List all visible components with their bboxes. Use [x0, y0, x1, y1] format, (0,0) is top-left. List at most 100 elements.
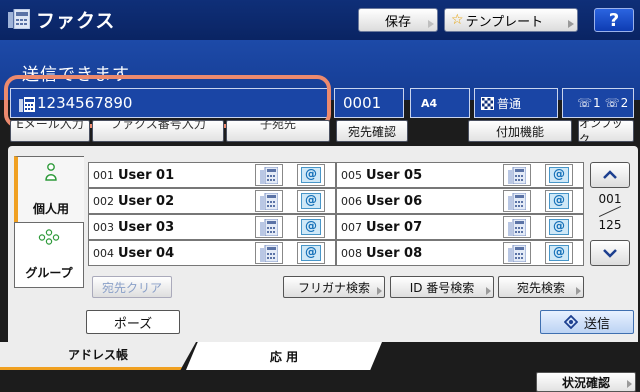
scroll-down-button[interactable]	[590, 240, 630, 266]
email-icon[interactable]: @	[297, 242, 325, 264]
submenu-indicator-icon	[428, 20, 434, 28]
fax-icon[interactable]	[503, 216, 531, 238]
fax-icon	[8, 9, 30, 29]
pause-button[interactable]: ポーズ	[86, 310, 180, 334]
email-input-button[interactable]: Eメール入力	[10, 120, 90, 142]
email-icon[interactable]: @	[545, 190, 573, 212]
send-button-label: 送信	[583, 316, 610, 332]
total-pages: 125	[598, 218, 622, 232]
entry-name: User 07	[366, 219, 423, 235]
line-1: 1	[593, 96, 601, 110]
address-entry[interactable]: 003 User 03 @	[88, 214, 336, 240]
destination-search-button[interactable]: 宛先検索	[498, 276, 584, 298]
address-entry[interactable]: 007 User 07 @	[336, 214, 584, 240]
confirm-destinations-button[interactable]: 宛先確認	[336, 120, 408, 142]
tab-group-label: グループ	[25, 266, 73, 280]
tab-address-book[interactable]: アドレス帳	[0, 342, 196, 370]
address-entry[interactable]: 002 User 02 @	[88, 188, 336, 214]
fax-icon[interactable]	[255, 190, 283, 212]
entry-name: User 02	[118, 193, 175, 209]
submenu-indicator-icon	[576, 287, 581, 295]
tab-application[interactable]: 応 用	[186, 342, 382, 370]
submenu-indicator-icon	[568, 20, 574, 28]
fax-icon[interactable]	[503, 190, 531, 212]
email-icon[interactable]: @	[297, 190, 325, 212]
tab-personal[interactable]: 個人用	[14, 156, 84, 224]
status-check-label: 状況確認	[561, 375, 610, 390]
confirm-destinations-label: 宛先確認	[347, 124, 396, 139]
address-entry[interactable]: 001 User 01 @	[88, 162, 336, 188]
entry-name: User 05	[366, 167, 423, 183]
subaddress-button[interactable]: 子宛先	[226, 120, 330, 142]
additional-functions-button[interactable]: 付加機能	[468, 120, 572, 142]
person-icon	[45, 163, 57, 181]
fax-icon[interactable]	[255, 242, 283, 264]
address-entry[interactable]: 008 User 08 @	[336, 240, 584, 266]
save-button[interactable]: 保存	[358, 8, 438, 32]
line-icon: ☏	[577, 96, 593, 110]
template-button-label: テンプレート	[465, 14, 544, 30]
line-display: ☏ 1 ☏ 2	[562, 88, 634, 118]
id-number-search-button[interactable]: ID 番号検索	[390, 276, 494, 298]
furigana-search-button[interactable]: フリガナ検索	[283, 276, 385, 298]
fax-icon[interactable]	[255, 164, 283, 186]
tab-personal-label: 個人用	[32, 202, 69, 216]
entry-number: 007	[341, 220, 362, 234]
fax-number-input-label: ファクス番号入力	[110, 120, 206, 131]
entry-name: User 04	[118, 245, 175, 261]
email-icon[interactable]: @	[545, 242, 573, 264]
scroll-down-icon	[603, 249, 617, 258]
page-indicator: 001 125	[590, 192, 630, 232]
email-icon[interactable]: @	[545, 164, 573, 186]
entry-name: User 03	[118, 219, 175, 235]
send-icon	[563, 315, 578, 329]
entry-number: 008	[341, 246, 362, 260]
star-icon: ☆	[451, 12, 464, 28]
send-button[interactable]: 送信	[540, 310, 634, 334]
entry-name: User 08	[366, 245, 423, 261]
id-number-search-label: ID 番号検索	[409, 280, 475, 295]
email-icon[interactable]: @	[545, 216, 573, 238]
additional-functions-label: 付加機能	[495, 124, 544, 139]
submenu-indicator-icon	[627, 380, 632, 388]
on-hook-button[interactable]: オンフック	[578, 120, 634, 142]
resolution-display: 普通	[474, 88, 558, 118]
page-title: ファクス	[36, 10, 116, 32]
checker-icon	[481, 97, 494, 110]
destination-search-label: 宛先検索	[516, 280, 565, 295]
address-entry[interactable]: 004 User 04 @	[88, 240, 336, 266]
entry-name: User 06	[366, 193, 423, 209]
entry-number: 001	[93, 168, 114, 182]
submenu-indicator-icon	[486, 287, 491, 295]
email-icon[interactable]: @	[297, 216, 325, 238]
address-entry[interactable]: 005 User 05 @	[336, 162, 584, 188]
email-icon[interactable]: @	[297, 164, 325, 186]
template-button[interactable]: ☆ テンプレート	[444, 8, 578, 32]
subaddress-label: 子宛先	[259, 120, 296, 131]
save-button-label: 保存	[384, 14, 411, 30]
help-button[interactable]: ?	[594, 8, 634, 32]
entry-name: User 01	[118, 167, 175, 183]
resolution-label: 普通	[497, 96, 522, 111]
fax-icon[interactable]	[255, 216, 283, 238]
entry-number: 004	[93, 246, 114, 260]
scroll-up-icon	[603, 170, 617, 179]
group-icon	[38, 229, 60, 245]
fax-icon[interactable]	[503, 242, 531, 264]
page-divider	[590, 206, 630, 218]
entry-number: 006	[341, 194, 362, 208]
on-hook-label: オンフック	[579, 120, 623, 142]
entry-number: 005	[341, 168, 362, 182]
entry-number: 002	[93, 194, 114, 208]
entry-number: 003	[93, 220, 114, 234]
scroll-up-button[interactable]	[590, 162, 630, 188]
destination-count: 0001	[334, 88, 404, 118]
address-entry[interactable]: 006 User 06 @	[336, 188, 584, 214]
line-2: 2	[620, 96, 629, 110]
fax-number-input-button[interactable]: ファクス番号入力	[92, 120, 224, 142]
page-scroller: 001 125	[590, 162, 632, 268]
status-check-button[interactable]: 状況確認	[536, 372, 636, 392]
fax-icon[interactable]	[503, 164, 531, 186]
clear-destinations-button[interactable]: 宛先クリア	[92, 276, 172, 298]
tab-group[interactable]: グループ	[14, 222, 84, 288]
